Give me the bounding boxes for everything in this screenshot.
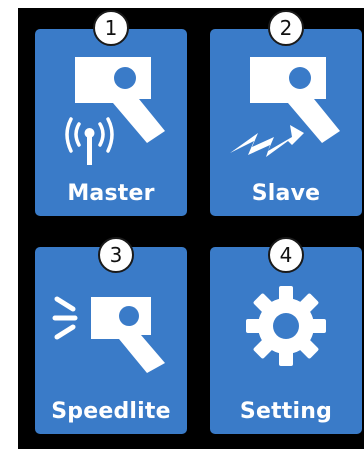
slave-mode-button[interactable]: Slave (210, 29, 362, 216)
slave-label: Slave (251, 181, 321, 206)
mode-number-badge: 2 (268, 10, 304, 46)
flash-mode-menu: Master 1 Slave 2 Speedlite 3 Setting 4 (18, 8, 364, 449)
master-label: Master (67, 181, 155, 206)
setting-mode-button[interactable]: Setting (210, 247, 362, 434)
slave-flash-icon (230, 57, 340, 157)
master-mode-button[interactable]: Master (35, 29, 187, 216)
mode-number-badge: 3 (98, 237, 134, 273)
setting-label: Setting (239, 399, 333, 424)
mode-number-badge: 1 (93, 10, 129, 46)
master-flash-icon (65, 57, 165, 165)
speedlite-label: Speedlite (51, 399, 171, 424)
speedlite-mode-button[interactable]: Speedlite (35, 247, 187, 434)
mode-number-badge: 4 (268, 237, 304, 273)
